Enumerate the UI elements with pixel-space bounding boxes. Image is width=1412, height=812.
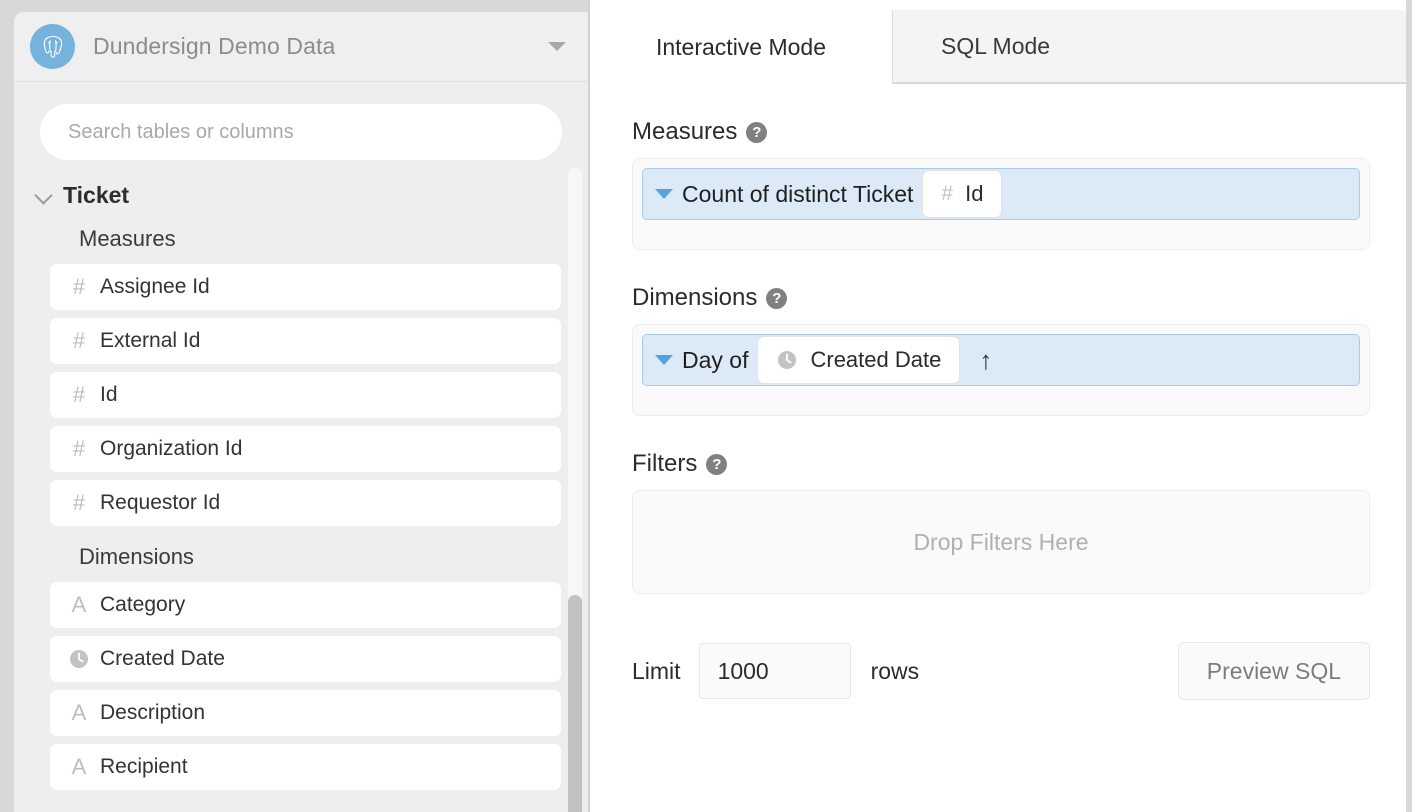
text-icon: A xyxy=(71,754,87,779)
field-label: External Id xyxy=(100,329,201,352)
field-label: Category xyxy=(100,593,186,616)
chevron-down-icon xyxy=(33,184,55,206)
tab-interactive-mode[interactable]: Interactive Mode xyxy=(590,11,892,84)
preview-sql-button[interactable]: Preview SQL xyxy=(1177,642,1370,700)
filters-empty-hint: Drop Filters Here xyxy=(913,528,1089,555)
question-mark-icon[interactable]: ? xyxy=(766,287,788,309)
measure-aggregation-label: Count of distinct Ticket xyxy=(682,180,914,207)
field-requestor-id[interactable]: # Requestor Id xyxy=(50,480,561,526)
filters-section-title: Filters ? xyxy=(632,450,1370,478)
text-icon: A xyxy=(71,700,87,725)
dimension-field-pill[interactable]: Created Date xyxy=(758,337,960,383)
field-organization-id[interactable]: # Organization Id xyxy=(50,426,561,472)
dimensions-section-title: Dimensions ? xyxy=(632,284,1370,312)
field-label: Description xyxy=(100,701,206,724)
tab-label: Interactive Mode xyxy=(655,33,827,60)
sidebar-scrollbar-thumb[interactable] xyxy=(568,595,582,812)
number-icon: # xyxy=(941,182,954,205)
filters-dropzone[interactable]: Drop Filters Here xyxy=(632,490,1370,594)
dimension-field-label: Created Date xyxy=(810,347,942,372)
table-name: Ticket xyxy=(63,181,130,208)
field-created-date[interactable]: Created Date xyxy=(50,636,561,682)
text-icon: A xyxy=(71,592,87,617)
section-label: Filters xyxy=(632,450,698,477)
field-label: Organization Id xyxy=(100,437,243,460)
database-name: Dundersign Demo Data xyxy=(93,33,336,59)
table-header-ticket[interactable]: Ticket xyxy=(31,174,561,216)
number-icon: # xyxy=(72,382,86,407)
group-label-measures: Measures xyxy=(79,226,176,251)
limit-input[interactable] xyxy=(698,643,851,699)
clock-icon xyxy=(776,349,798,371)
number-icon: # xyxy=(72,490,86,515)
caret-down-icon[interactable] xyxy=(655,355,673,365)
field-label: Created Date xyxy=(100,647,225,670)
database-selector[interactable]: Dundersign Demo Data xyxy=(14,12,588,82)
field-recipient[interactable]: A Recipient xyxy=(50,744,561,790)
tab-sql-mode[interactable]: SQL Mode xyxy=(892,10,1412,83)
field-id[interactable]: # Id xyxy=(50,372,561,418)
question-mark-icon[interactable]: ? xyxy=(706,453,728,475)
section-label: Measures xyxy=(632,118,738,145)
dimensions-dropzone[interactable]: Day of Created Date ↑ xyxy=(632,324,1370,416)
postgres-elephant-icon xyxy=(30,24,75,69)
dimension-chip[interactable]: Day of Created Date ↑ xyxy=(642,334,1360,386)
mode-tabs: Interactive Mode SQL Mode xyxy=(590,0,1412,84)
measures-section-title: Measures ? xyxy=(632,118,1370,146)
field-category[interactable]: A Category xyxy=(50,582,561,628)
measure-chip[interactable]: Count of distinct Ticket # Id xyxy=(642,168,1360,220)
limit-label: Limit xyxy=(632,657,681,684)
measures-dropzone[interactable]: Count of distinct Ticket # Id xyxy=(632,158,1370,250)
field-description[interactable]: A Description xyxy=(50,690,561,736)
field-external-id[interactable]: # External Id xyxy=(50,318,561,364)
field-label: Id xyxy=(100,383,118,406)
clock-icon xyxy=(64,648,94,670)
arrow-up-icon[interactable]: ↑ xyxy=(979,347,992,373)
caret-down-icon[interactable] xyxy=(548,42,566,51)
measure-field-pill[interactable]: # Id xyxy=(923,171,1002,217)
dimension-grain-label: Day of xyxy=(682,346,749,373)
panel-body: Measures ? Count of distinct Ticket # Id… xyxy=(590,118,1412,700)
number-icon: # xyxy=(72,328,86,353)
data-sidebar: Dundersign Demo Data Ticket Measures # A… xyxy=(14,12,588,812)
field-label: Requestor Id xyxy=(100,491,221,514)
search-input[interactable] xyxy=(40,104,562,160)
caret-down-icon[interactable] xyxy=(655,189,673,199)
tab-label: SQL Mode xyxy=(941,32,1051,59)
limit-row: Limit rows Preview SQL xyxy=(632,642,1370,700)
question-mark-icon[interactable]: ? xyxy=(746,121,768,143)
measure-field-label: Id xyxy=(965,181,984,206)
query-builder-window: Dundersign Demo Data Ticket Measures # A… xyxy=(0,0,1412,812)
number-icon: # xyxy=(72,436,86,461)
number-icon: # xyxy=(72,274,86,299)
field-label: Assignee Id xyxy=(100,275,210,298)
field-label: Recipient xyxy=(100,755,188,778)
window-right-edge xyxy=(1406,0,1412,812)
field-assignee-id[interactable]: # Assignee Id xyxy=(50,264,561,310)
group-label-dimensions: Dimensions xyxy=(79,544,194,569)
rows-label: rows xyxy=(870,657,920,684)
section-label: Dimensions xyxy=(632,284,758,311)
search-container xyxy=(14,82,588,168)
table-tree: Ticket Measures # Assignee Id # External… xyxy=(14,168,588,812)
query-editor-panel: Interactive Mode SQL Mode Measures ? Cou… xyxy=(590,0,1412,812)
